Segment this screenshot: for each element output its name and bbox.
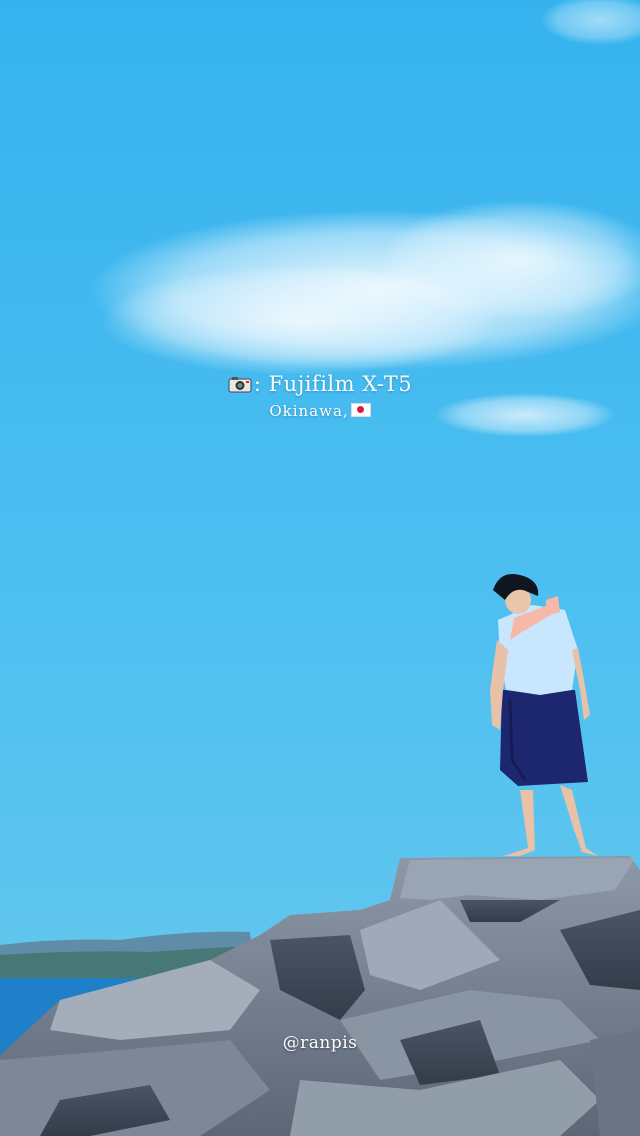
- location-caption: Okinawa,: [0, 402, 640, 420]
- japan-flag-icon: [350, 403, 371, 417]
- photo-scene: [0, 0, 640, 1136]
- camera-caption: : Fujifilm X-T5: [0, 372, 640, 396]
- author-handle: @ranpis: [282, 1033, 358, 1053]
- camera-model-text: : Fujifilm X-T5: [253, 372, 413, 396]
- camera-icon: [228, 374, 252, 393]
- location-text: Okinawa,: [269, 402, 349, 420]
